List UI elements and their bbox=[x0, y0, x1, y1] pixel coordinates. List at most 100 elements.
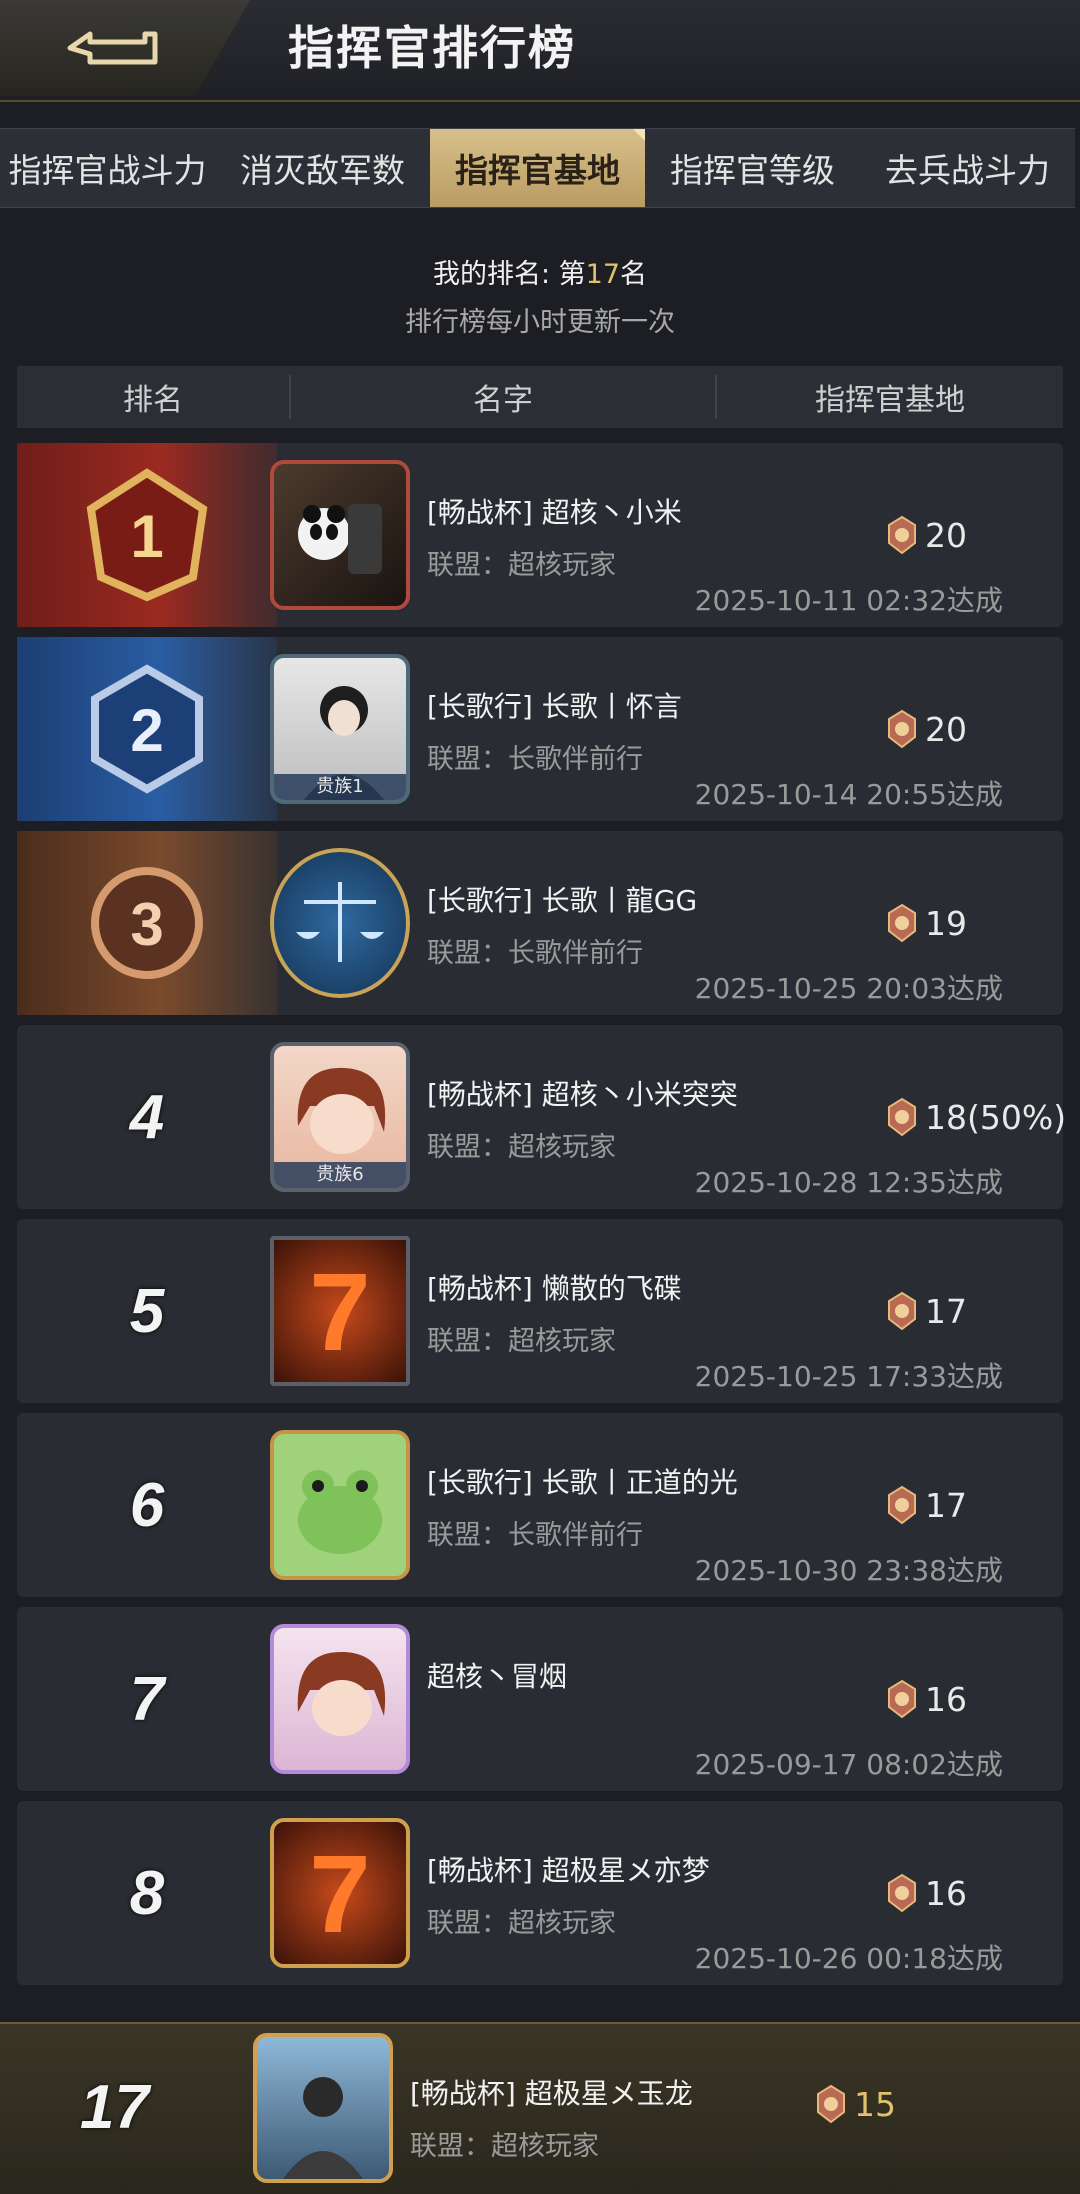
column-value: 指挥官基地 bbox=[815, 383, 965, 418]
avatar[interactable] bbox=[248, 2030, 398, 2186]
rank-cell: 5 bbox=[17, 1219, 277, 1403]
avatar[interactable] bbox=[265, 1427, 415, 1583]
table-row[interactable]: 7 超核丶冒烟 16 2025-09-17 08:02达成 bbox=[17, 1607, 1063, 1791]
alliance-name: 联盟：长歌伴前行 bbox=[427, 744, 643, 775]
achieved-time: 2025-10-25 20:03达成 bbox=[694, 972, 1003, 1005]
avatar[interactable] bbox=[265, 457, 415, 613]
avatar[interactable] bbox=[265, 1621, 415, 1777]
player-name: [长歌行] 长歌丨正道的光 bbox=[427, 1466, 738, 1499]
tab-commander-level[interactable]: 指挥官等级 bbox=[645, 129, 860, 207]
svg-text:2: 2 bbox=[130, 697, 163, 764]
base-score: 19 bbox=[885, 903, 967, 943]
my-rank-text: 我的排名: 第17名 bbox=[432, 259, 648, 290]
alliance-name: 联盟：长歌伴前行 bbox=[427, 1520, 643, 1551]
rank-number: 6 bbox=[129, 1470, 165, 1540]
rank-badge-gold: 1 bbox=[17, 443, 277, 627]
medal-icon bbox=[888, 903, 916, 943]
noble-tag: 贵族6 bbox=[274, 1162, 406, 1188]
column-rank: 排名 bbox=[123, 383, 183, 418]
rank-cell: 4 bbox=[17, 1025, 277, 1209]
my-rank-row[interactable]: 17 [畅战杯] 超极星メ玉龙 联盟：超核玩家 15 bbox=[0, 2022, 1080, 2194]
avatar[interactable]: 7 bbox=[265, 1233, 415, 1389]
achieved-time: 2025-10-28 12:35达成 bbox=[694, 1166, 1003, 1199]
rank-number: 4 bbox=[129, 1082, 165, 1152]
column-name: 名字 bbox=[289, 375, 717, 419]
medal-icon bbox=[888, 1679, 916, 1719]
page-title: 指挥官排行榜 bbox=[288, 21, 576, 75]
svg-text:1: 1 bbox=[130, 503, 163, 570]
base-score: 17 bbox=[885, 1291, 967, 1331]
alliance-name: 联盟：超核玩家 bbox=[427, 1326, 616, 1357]
avatar[interactable]: 贵族1 bbox=[265, 651, 415, 807]
alliance-name: 联盟：超核玩家 bbox=[410, 2131, 599, 2162]
table-row[interactable]: 8 7 [畅战杯] 超极星メ亦梦 联盟：超核玩家 16 2025-10-26 0… bbox=[17, 1801, 1063, 1985]
seven-avatar-icon: 7 bbox=[309, 1833, 370, 1956]
scales-avatar-icon bbox=[296, 882, 384, 962]
tab-enemies-killed[interactable]: 消灭敌军数 bbox=[215, 129, 430, 207]
tab-commander-base[interactable]: 指挥官基地 bbox=[430, 129, 645, 207]
table-row[interactable]: 1 [畅战杯] 超核丶小米 联盟：超核玩家 20 2025-10-11 02:3… bbox=[17, 443, 1063, 627]
base-score: 16 bbox=[885, 1873, 967, 1913]
svg-text:7: 7 bbox=[309, 1833, 370, 1956]
base-score: 20 bbox=[885, 709, 967, 749]
player-name: 超核丶冒烟 bbox=[427, 1660, 568, 1693]
tab-troop-power[interactable]: 去兵战斗力 bbox=[860, 129, 1075, 207]
table-row[interactable]: 5 7 [畅战杯] 懒散的飞碟 联盟：超核玩家 17 2025-10-25 17… bbox=[17, 1219, 1063, 1403]
tab-bar: 指挥官战斗力 消灭敌军数 指挥官基地 指挥官等级 去兵战斗力 bbox=[0, 128, 1075, 208]
rank-number: 5 bbox=[129, 1276, 165, 1346]
header-bar: 指挥官排行榜 bbox=[0, 0, 1080, 102]
base-score: 20 bbox=[885, 515, 967, 555]
alliance-name: 联盟：超核玩家 bbox=[427, 550, 616, 581]
medal-icon bbox=[888, 1291, 916, 1331]
base-score: 16 bbox=[885, 1679, 967, 1719]
rank-cell: 8 bbox=[17, 1801, 277, 1985]
back-arrow-icon bbox=[67, 31, 158, 65]
rank-number: 8 bbox=[129, 1858, 165, 1928]
rank-3-badge-icon: 3 bbox=[91, 867, 203, 979]
table-row[interactable]: 4 贵族6 [畅战杯] 超核丶小米突突 联盟：超核玩家 18(50%) 2025… bbox=[17, 1025, 1066, 1209]
rank-cell: 6 bbox=[17, 1413, 277, 1597]
svg-text:3: 3 bbox=[130, 891, 163, 958]
my-rank-number: 17 bbox=[585, 259, 621, 290]
alliance-name: 联盟：长歌伴前行 bbox=[427, 938, 643, 969]
panda-avatar-icon bbox=[298, 504, 382, 574]
base-score: 15 bbox=[814, 2084, 896, 2124]
frog-avatar-icon bbox=[298, 1470, 382, 1554]
achieved-time: 2025-09-17 08:02达成 bbox=[694, 1748, 1003, 1781]
medal-icon bbox=[888, 1873, 916, 1913]
table-row[interactable]: 6 [长歌行] 长歌丨正道的光 联盟：长歌伴前行 17 2025-10-30 2… bbox=[17, 1413, 1063, 1597]
rank-1-badge-icon: 1 bbox=[86, 468, 208, 602]
medal-icon bbox=[817, 2084, 845, 2124]
player-name: [畅战杯] 超核丶小米突突 bbox=[427, 1078, 738, 1111]
avatar[interactable] bbox=[265, 845, 415, 1001]
player-name: [长歌行] 长歌丨怀言 bbox=[427, 690, 682, 723]
medal-icon bbox=[888, 1097, 916, 1137]
medal-icon bbox=[888, 515, 916, 555]
my-rank-number-large: 17 bbox=[80, 2073, 149, 2142]
rank-badge-bronze: 3 bbox=[17, 831, 277, 1015]
achieved-time: 2025-10-26 00:18达成 bbox=[694, 1942, 1003, 1975]
noble-tag: 贵族1 bbox=[274, 774, 406, 800]
alliance-name: 联盟：超核玩家 bbox=[427, 1132, 616, 1163]
rank-badge-silver: 2 bbox=[17, 637, 277, 821]
rank-number: 7 bbox=[129, 1664, 165, 1734]
avatar[interactable]: 贵族6 bbox=[265, 1039, 415, 1195]
person-avatar-icon bbox=[283, 2077, 363, 2179]
player-name: [畅战杯] 超极星メ亦梦 bbox=[427, 1854, 710, 1887]
table-row[interactable]: 3 [长歌行] 长歌丨龍GG 联盟：长歌伴前行 19 2025-10-25 20… bbox=[17, 831, 1063, 1015]
achieved-time: 2025-10-25 17:33达成 bbox=[694, 1360, 1003, 1393]
rank-2-badge-icon: 2 bbox=[91, 664, 203, 794]
back-button[interactable] bbox=[0, 0, 250, 96]
player-name: [畅战杯] 超极星メ玉龙 bbox=[410, 2077, 693, 2110]
tab-commander-power[interactable]: 指挥官战斗力 bbox=[0, 129, 215, 207]
player-name: [畅战杯] 超核丶小米 bbox=[427, 496, 682, 529]
table-row[interactable]: 2 贵族1 [长歌行] 长歌丨怀言 联盟：长歌伴前行 20 2025-10-14… bbox=[17, 637, 1063, 821]
svg-text:7: 7 bbox=[309, 1251, 370, 1374]
rank-cell: 7 bbox=[17, 1607, 277, 1791]
player-name: [畅战杯] 懒散的飞碟 bbox=[427, 1272, 682, 1305]
achieved-time: 2025-10-30 23:38达成 bbox=[694, 1554, 1003, 1587]
base-score: 18(50%) bbox=[885, 1097, 1066, 1137]
update-note: 排行榜每小时更新一次 bbox=[405, 307, 675, 338]
seven-avatar-icon: 7 bbox=[309, 1251, 370, 1374]
avatar[interactable]: 7 bbox=[265, 1815, 415, 1971]
